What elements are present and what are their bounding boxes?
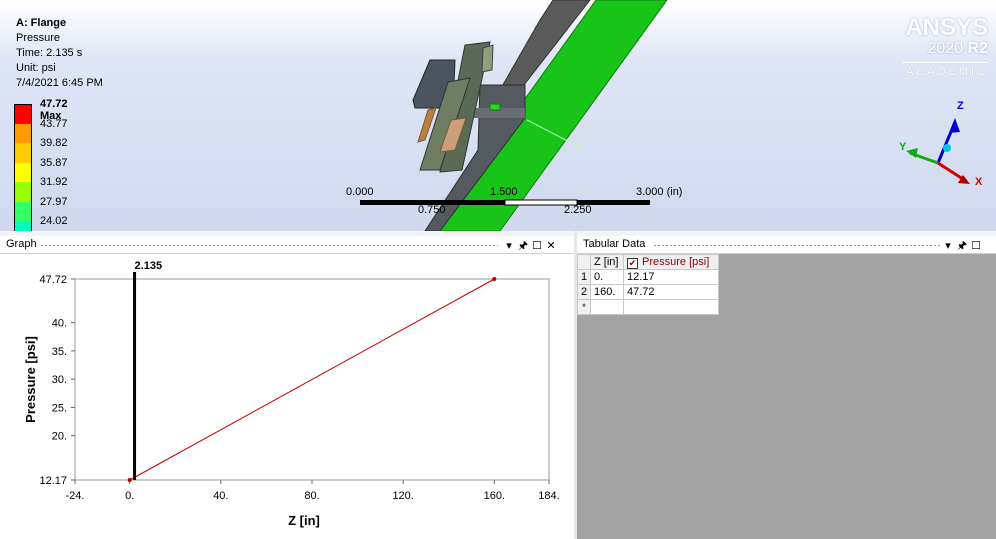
logo-version-release: R2: [967, 40, 988, 57]
scale-label-bottom-0: 0.750: [418, 204, 446, 216]
legend-swatch: [14, 201, 32, 221]
x-tick-label: 40.: [213, 490, 228, 502]
x-tick-label: 160.: [484, 490, 505, 502]
maximize-icon[interactable]: ☐: [969, 239, 983, 252]
scale-label-top-2: 3.000 (in): [636, 186, 683, 198]
result-date: 7/4/2021 6:45 PM: [16, 77, 103, 89]
dropdown-icon[interactable]: ▾: [502, 239, 516, 252]
model-title: A: Flange: [16, 17, 67, 29]
legend-swatch: [14, 123, 32, 143]
tabular-panel-title: Tabular Data: [583, 238, 648, 250]
column-header-pressure-label: Pressure [psi]: [642, 256, 710, 268]
x-tick-label: 120.: [392, 490, 413, 502]
cell-pressure[interactable]: 47.72: [623, 284, 719, 300]
model-info: A: Flange Pressure Time: 2.135 s Unit: p…: [16, 16, 103, 91]
y-tick-label: 30.: [52, 374, 67, 386]
column-header-z[interactable]: Z [in]: [590, 254, 624, 270]
cell-z[interactable]: 0.: [590, 269, 624, 285]
x-tick-label: -24.: [66, 490, 85, 502]
logo-version-year: 2020: [927, 40, 964, 57]
row-index[interactable]: 2: [577, 284, 591, 300]
x-tick-label: 0.: [125, 490, 134, 502]
logo-edition: ACADEMIC: [905, 66, 988, 78]
result-type: Pressure: [16, 32, 61, 44]
legend-label: 43.77: [40, 117, 68, 130]
x-tick-label: 184.: [538, 490, 559, 502]
result-time: Time: 2.135 s: [16, 47, 83, 59]
triad-y-label: Y: [899, 141, 907, 153]
data-point: [127, 478, 132, 482]
cell-z-new[interactable]: [590, 299, 624, 315]
legend-swatch: [14, 143, 32, 163]
scale-label-top-0: 0.000: [346, 186, 374, 198]
cell-pressure-new[interactable]: [623, 299, 719, 315]
corner-cell[interactable]: [577, 254, 591, 270]
cell-z[interactable]: 160.: [590, 284, 624, 300]
legend-swatch: [14, 104, 32, 125]
data-point: [492, 277, 497, 281]
cell-pressure[interactable]: 12.17: [623, 269, 719, 285]
y-axis-label: Pressure [psi]: [23, 336, 38, 423]
logo-version: 2020 R2: [896, 40, 989, 58]
time-cursor-label: 2.135: [135, 260, 163, 272]
y-tick-label: 12.17: [39, 475, 67, 487]
row-index[interactable]: 1: [577, 269, 591, 285]
x-axis-label: Z [in]: [288, 513, 320, 528]
pressure-chart[interactable]: 12.17 20. 25. 30. 35. 40. 47.72 -24. 0. 40. 80. 120…: [0, 254, 574, 539]
legend-label: 39.82: [40, 137, 68, 149]
triad-z-label: Z: [957, 100, 964, 112]
maximize-icon[interactable]: ☐: [530, 239, 544, 252]
y-tick-label: 40.: [52, 318, 67, 330]
graph-panel-title: Graph: [6, 238, 39, 250]
column-header-pressure[interactable]: ✔ Pressure [psi]: [623, 254, 719, 270]
legend-swatch: [14, 221, 32, 231]
triad-x-label: X: [975, 176, 983, 188]
tabular-data-panel[interactable]: Z [in] ✔ Pressure [psi] 1 0. 12.17 2 160.…: [577, 254, 996, 539]
pressure-checkbox-icon[interactable]: ✔: [627, 258, 638, 269]
table-row[interactable]: 2 160. 47.72: [577, 284, 719, 300]
graph-panel[interactable]: 12.17 20. 25. 30. 35. 40. 47.72 -24. 0. 40. 80. 120…: [0, 254, 574, 539]
graphics-viewport[interactable]: A: Flange Pressure Time: 2.135 s Unit: p…: [0, 0, 996, 231]
y-tick-label: 47.72: [39, 274, 67, 286]
legend-label: 35.87: [40, 156, 68, 169]
legend-label: 31.92: [40, 176, 68, 188]
legend-label: 24.02: [40, 215, 68, 227]
logo-brand: ANSYS: [905, 14, 988, 41]
table-row[interactable]: 1 0. 12.17: [577, 269, 719, 285]
y-tick-label: 35.: [52, 346, 67, 358]
scale-label-top-1: 1.500: [490, 186, 518, 198]
ansys-logo: ANSYS 2020 R2 ACADEMIC: [896, 14, 988, 78]
legend-label: 27.97: [40, 195, 68, 208]
dropdown-icon[interactable]: ▾: [941, 239, 955, 252]
y-tick-label: 25.: [52, 402, 67, 414]
tabular-panel-header[interactable]: Tabular Data ▾🖈☐✕: [577, 236, 996, 269]
new-row-marker[interactable]: *: [577, 299, 591, 315]
axis-triad[interactable]: [906, 118, 970, 184]
graph-panel-header[interactable]: Graph ▾ 🖈 ☐ ✕: [0, 236, 574, 254]
x-tick-label: 80.: [304, 490, 319, 502]
close-icon[interactable]: ✕: [544, 239, 558, 252]
tabular-data-table[interactable]: Z [in] ✔ Pressure [psi] 1 0. 12.17 2 160.…: [577, 254, 719, 315]
y-tick-label: 20.: [52, 431, 67, 443]
legend-swatch: [14, 162, 32, 182]
legend-swatch: [14, 182, 32, 202]
table-row-new[interactable]: *: [577, 299, 719, 315]
scale-label-bottom-1: 2.250: [564, 204, 592, 216]
result-unit: Unit: psi: [16, 62, 56, 74]
